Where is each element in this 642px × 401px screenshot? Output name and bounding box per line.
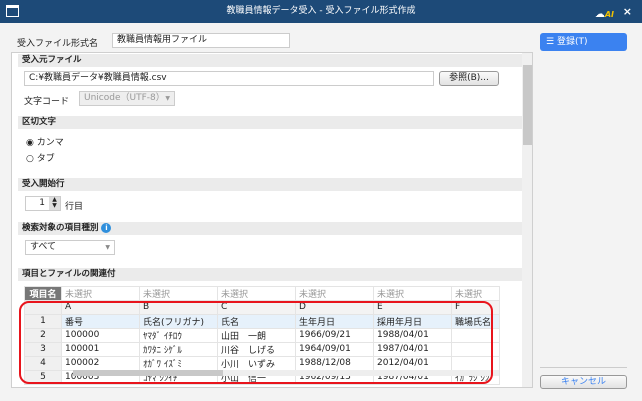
info-icon[interactable]: i — [101, 223, 112, 233]
delimiter-header: 区切文字 — [18, 116, 522, 129]
start-row-header: 受入開始行 — [18, 178, 522, 191]
field-select[interactable]: 未選択 — [295, 286, 374, 301]
radio-label: タブ — [36, 154, 55, 164]
scrollbar-thumb[interactable] — [523, 65, 532, 145]
mapping-header: 項目とファイルの関連付 — [18, 268, 522, 281]
cancel-button[interactable]: キャンセル — [540, 375, 627, 389]
register-icon: ☰ — [546, 37, 555, 47]
stepper-arrows-icon[interactable]: ▲ ▼ — [49, 197, 60, 210]
chevron-down-icon: ▼ — [165, 95, 170, 102]
browse-button[interactable]: 参照(B)... — [439, 71, 499, 86]
radio-comma[interactable]: ◉ カンマ — [26, 135, 64, 148]
format-name-label: 受入ファイル形式名 — [17, 39, 99, 49]
field-select[interactable]: 未選択 — [373, 286, 452, 301]
start-row-suffix: 行目 — [65, 202, 84, 212]
field-select[interactable]: 未選択 — [451, 286, 500, 301]
source-file-header: 受入元ファイル — [18, 54, 522, 67]
encoding-label: 文字コード — [24, 97, 70, 107]
close-button[interactable]: × — [623, 0, 632, 23]
encoding-value: Unicode（UTF-8） — [84, 93, 165, 103]
source-path-input[interactable]: C:¥教職員データ¥教職員情報.csv — [24, 71, 434, 86]
register-label: 登録(T) — [556, 37, 588, 47]
search-type-value: すべて — [30, 242, 57, 252]
field-select[interactable]: 未選択 — [139, 286, 218, 301]
search-type-title: 検索対象の項目種別 — [22, 223, 99, 233]
radio-label: カンマ — [36, 138, 64, 148]
window-icon — [6, 5, 19, 17]
radio-checked-icon: ◉ — [26, 138, 34, 148]
vertical-scrollbar[interactable] — [522, 53, 532, 387]
radio-tab[interactable]: ○ タブ — [26, 151, 55, 164]
title-bar: 教職員情報データ受入 - 受入ファイル形式作成 ☁AI × — [0, 0, 642, 23]
corner-header: 項目名 — [24, 286, 62, 301]
ai-logo-icon: ☁AI — [594, 9, 614, 20]
format-name-input[interactable]: 教職員情報用ファイル — [112, 33, 290, 48]
highlight-box — [19, 301, 493, 384]
window-title: 教職員情報データ受入 - 受入ファイル形式作成 — [226, 6, 416, 16]
search-type-header: 検索対象の項目種別 i — [18, 222, 522, 235]
divider — [540, 367, 627, 368]
field-select[interactable]: 未選択 — [217, 286, 296, 301]
radio-unchecked-icon: ○ — [26, 154, 34, 164]
search-type-select[interactable]: すべて ▼ — [25, 240, 115, 255]
register-button[interactable]: ☰ 登録(T) — [540, 33, 627, 51]
encoding-select[interactable]: Unicode（UTF-8） ▼ — [79, 91, 175, 106]
field-select[interactable]: 未選択 — [61, 286, 140, 301]
chevron-down-icon: ▼ — [105, 244, 110, 251]
